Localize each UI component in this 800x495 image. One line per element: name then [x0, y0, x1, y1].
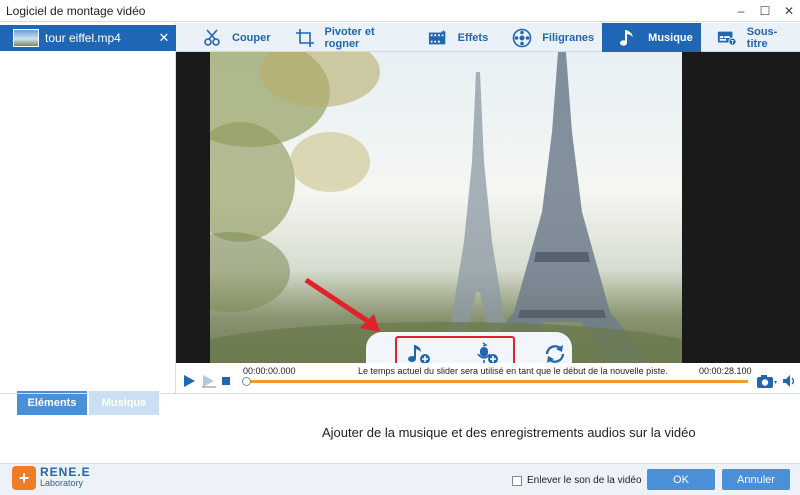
file-item[interactable]: tour eiffel.mp4 ✕ [0, 25, 176, 51]
film-effects-icon [428, 28, 448, 48]
music-note-icon [618, 28, 638, 48]
playback-controls: 00:00:00.000 Le temps actuel du slider s… [176, 363, 800, 393]
checkbox[interactable] [512, 475, 522, 486]
camera-icon[interactable] [756, 373, 778, 389]
minimize-button[interactable]: – [730, 0, 752, 22]
total-time: 00:00:28.100 [699, 366, 752, 376]
slider-hint: Le temps actuel du slider sera utilisé e… [358, 366, 668, 376]
slider-handle[interactable] [242, 377, 251, 386]
description-text: Ajouter de la musique et des enregistrem… [322, 425, 696, 440]
file-name: tour eiffel.mp4 [45, 31, 121, 45]
ok-button[interactable]: OK [647, 469, 715, 490]
video-preview[interactable] [176, 52, 800, 378]
tab-rotate-crop[interactable]: Pivoter et rogner [279, 23, 412, 52]
watermark-icon [512, 28, 532, 48]
remove-file-button[interactable]: ✕ [156, 30, 172, 46]
tab-label: Couper [232, 31, 271, 44]
play-segment-icon[interactable] [201, 374, 217, 388]
tab-effects[interactable]: Effets [412, 23, 497, 52]
plus-icon: + [12, 466, 36, 490]
current-time: 00:00:00.000 [243, 366, 296, 376]
mute-label: Enlever le son de la vidéo [527, 475, 642, 486]
title-bar: Logiciel de montage vidéo – ☐ ✕ [0, 0, 800, 22]
video-frame [210, 52, 682, 363]
tab-music[interactable]: Musique [602, 23, 701, 52]
tab-label: Sous-titre [746, 25, 778, 50]
cancel-button[interactable]: Annuler [722, 469, 790, 490]
editor-tabs: Couper Pivoter et rogner Effets Filigran… [176, 23, 800, 52]
tab-subtitle[interactable]: T Sous-titre [701, 23, 800, 52]
bottom-bar: + RENE.E Laboratory Enlever le son de la… [0, 463, 800, 495]
tab-label: Pivoter et rogner [324, 25, 375, 50]
brand-logo: + RENE.E Laboratory [12, 466, 91, 490]
tab-cut[interactable]: Couper [176, 23, 279, 52]
play-icon[interactable] [182, 374, 196, 388]
crop-icon [295, 28, 315, 48]
logo-name: RENE.E [40, 465, 91, 479]
scissors-icon [202, 28, 222, 48]
video-thumbnail [13, 29, 39, 47]
volume-icon[interactable] [782, 374, 798, 388]
timeline-slider[interactable] [246, 380, 748, 383]
logo-subtitle: Laboratory [40, 478, 84, 488]
mute-video-checkbox[interactable]: Enlever le son de la vidéo [512, 475, 642, 486]
file-list-panel: tour eiffel.mp4 ✕ Eléments Musique [0, 23, 176, 415]
subtitle-icon: T [717, 28, 737, 48]
tab-label: Musique [648, 31, 693, 44]
stop-icon[interactable] [221, 376, 231, 386]
tab-label: Filigranes [542, 31, 595, 44]
tab-watermark[interactable]: Filigranes [496, 23, 602, 52]
maximize-button[interactable]: ☐ [754, 0, 776, 22]
description-panel: Ajouter de la musique et des enregistrem… [0, 393, 800, 463]
window-title: Logiciel de montage vidéo [6, 3, 146, 18]
tab-label: Effets [457, 31, 489, 44]
close-button[interactable]: ✕ [778, 0, 800, 22]
